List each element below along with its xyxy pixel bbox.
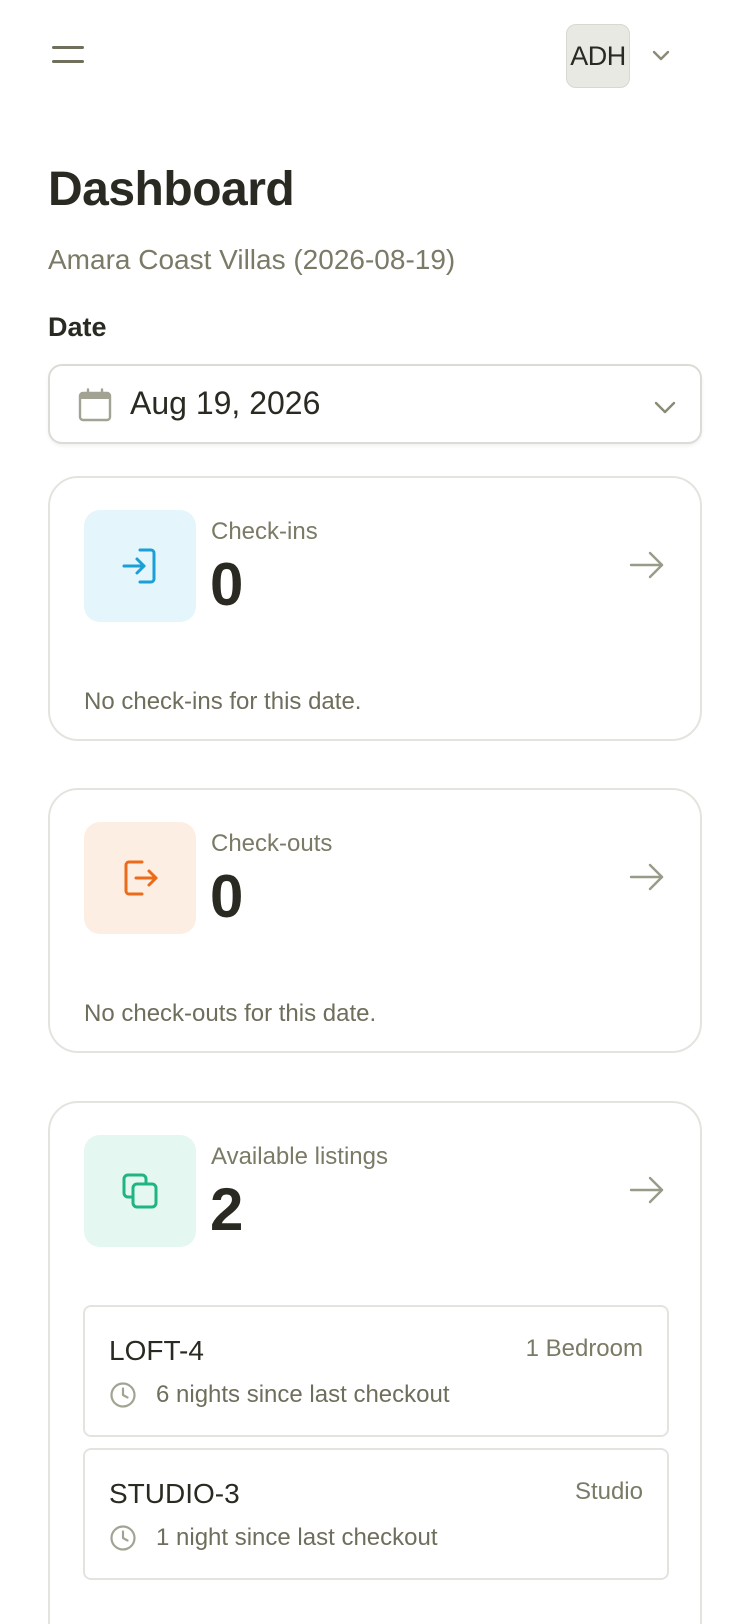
dashboard-page: ADH Dashboard Amara Coast Villas (2026-0…: [0, 0, 750, 1624]
listing-nights: 6 nights since last checkout: [156, 1381, 450, 1408]
clock-icon: [110, 1382, 136, 1408]
checkins-label: Check-ins: [211, 518, 318, 545]
arrow-right-icon[interactable]: [628, 1173, 666, 1207]
available-listings-card[interactable]: Available listings 2 LOFT-4 1 Bedroom 6 …: [48, 1101, 702, 1624]
chevron-down-icon[interactable]: [650, 44, 672, 66]
hamburger-menu-icon[interactable]: [50, 43, 86, 67]
checkouts-count: 0: [210, 863, 244, 930]
date-picker[interactable]: Aug 19, 2026: [48, 364, 702, 444]
listing-type: 1 Bedroom: [525, 1335, 643, 1362]
checkouts-label: Check-outs: [211, 830, 333, 857]
calendar-icon: [78, 388, 112, 422]
listing-nights: 1 night since last checkout: [156, 1524, 438, 1551]
avatar[interactable]: ADH: [566, 24, 630, 88]
page-subtitle: Amara Coast Villas (2026-08-19): [48, 244, 456, 275]
menu-line: [52, 60, 84, 63]
chevron-down-icon: [654, 401, 676, 414]
login-icon: [122, 548, 156, 584]
checkouts-icon-box: [84, 822, 196, 934]
available-icon-box: [84, 1135, 196, 1247]
checkouts-card[interactable]: Check-outs 0 No check-outs for this date…: [48, 788, 702, 1053]
listing-row[interactable]: STUDIO-3 Studio 1 night since last check…: [83, 1448, 669, 1580]
menu-line: [52, 46, 84, 49]
available-count: 2: [210, 1176, 244, 1243]
page-title: Dashboard: [48, 163, 295, 216]
available-label: Available listings: [211, 1143, 388, 1170]
copy-icon: [122, 1173, 158, 1209]
listing-name: STUDIO-3: [109, 1478, 240, 1509]
listing-type: Studio: [574, 1478, 643, 1505]
checkins-icon-box: [84, 510, 196, 622]
date-value: Aug 19, 2026: [130, 385, 321, 421]
checkins-card[interactable]: Check-ins 0 No check-ins for this date.: [48, 476, 702, 741]
checkouts-empty-text: No check-outs for this date.: [84, 1000, 377, 1027]
arrow-right-icon[interactable]: [628, 548, 666, 582]
checkins-empty-text: No check-ins for this date.: [84, 688, 362, 715]
listing-row[interactable]: LOFT-4 1 Bedroom 6 nights since last che…: [83, 1305, 669, 1437]
logout-icon: [124, 860, 158, 896]
checkins-count: 0: [210, 551, 244, 618]
date-label: Date: [48, 312, 107, 342]
listing-name: LOFT-4: [109, 1335, 204, 1366]
arrow-right-icon[interactable]: [628, 860, 666, 894]
clock-icon: [110, 1525, 136, 1551]
